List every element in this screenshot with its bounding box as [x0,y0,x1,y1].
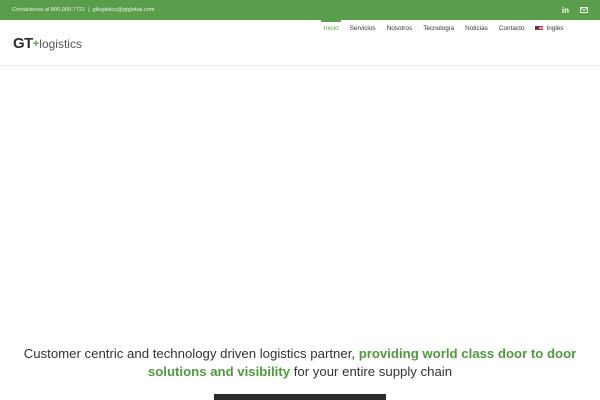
nav-item-contacto[interactable]: Contacto [493,20,530,37]
site-header: GT + logistics Inicio Servicios Nosotros… [0,20,600,66]
site-logo[interactable]: GT + logistics [13,35,82,52]
hero-area [0,67,600,342]
us-flag-icon [535,25,544,32]
nav-item-tecnologia[interactable]: Tecnología [418,20,460,37]
logo-word: logistics [39,37,82,51]
search-button[interactable] [569,20,580,37]
linkedin-icon[interactable]: in [562,6,569,15]
social-icons: in [562,6,588,15]
nav-item-servicios[interactable]: Servicios [344,20,381,37]
contact-separator: | [88,7,90,13]
language-label: Inglés [546,25,564,32]
mail-icon[interactable] [580,7,588,13]
logo-plus: + [32,38,40,50]
top-bar: Contáctenos al 800.000.7721 | gtlogistic… [0,0,600,20]
nav-item-inicio[interactable]: Inicio [318,20,344,37]
tagline-intro: Customer centric and technology driven l… [23,346,359,361]
contact-phone: Contáctenos al 800.000.7721 [12,7,86,13]
cta-button[interactable] [214,394,386,400]
tagline-outro: for your entire supply chain [290,364,453,379]
logo-mark: GT [13,35,33,52]
contact-info: Contáctenos al 800.000.7721 | gtlogistic… [12,7,155,13]
main-nav: Inicio Servicios Nosotros Tecnología Not… [318,20,580,37]
tagline: Customer centric and technology driven l… [0,345,600,381]
contact-email[interactable]: gtlogistics@gtglobal.com [93,7,155,13]
nav-item-nosotros[interactable]: Nosotros [381,20,418,37]
nav-item-language[interactable]: Inglés [530,20,569,37]
nav-item-noticias[interactable]: Noticias [460,20,494,37]
